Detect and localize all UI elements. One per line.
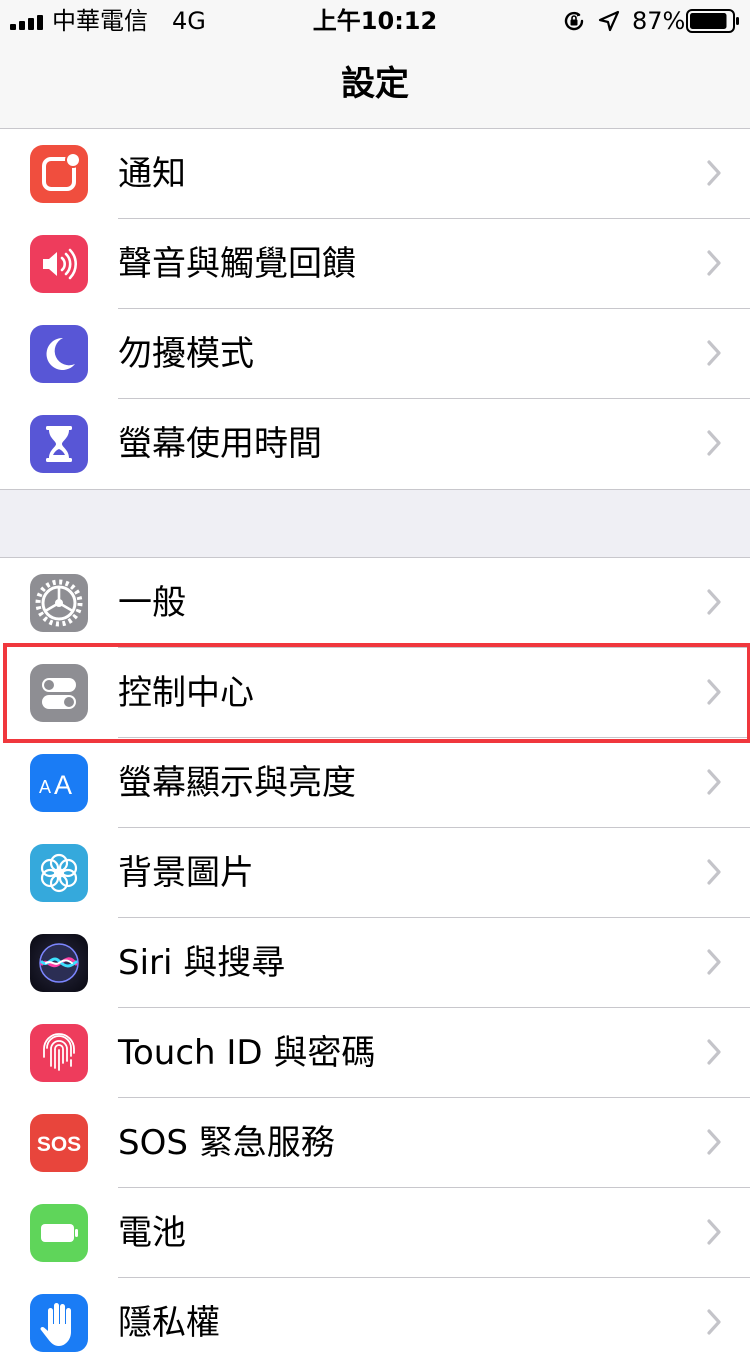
settings-row-label: Siri 與搜尋 xyxy=(118,943,286,983)
settings-row-label: 螢幕使用時間 xyxy=(118,424,322,464)
chevron-right-icon xyxy=(707,949,721,975)
speaker-icon xyxy=(30,235,88,293)
moon-icon xyxy=(30,325,88,383)
settings-row-label: 控制中心 xyxy=(118,673,254,713)
settings-row-label: 勿擾模式 xyxy=(118,334,254,374)
chevron-right-icon xyxy=(707,859,721,885)
settings-row-display-brightness[interactable]: A A 螢幕顯示與亮度 xyxy=(0,738,750,828)
settings-row-touch-id-passcode[interactable]: Touch ID 與密碼 xyxy=(0,1008,750,1098)
fingerprint-icon xyxy=(30,1024,88,1082)
chevron-right-icon xyxy=(707,589,721,615)
settings-row-screen-time[interactable]: 螢幕使用時間 xyxy=(0,399,750,489)
settings-row-label: Touch ID 與密碼 xyxy=(118,1033,376,1073)
settings-row-battery[interactable]: 電池 xyxy=(0,1188,750,1278)
settings-row-label: 螢幕顯示與亮度 xyxy=(118,763,356,803)
chevron-right-icon xyxy=(707,679,721,705)
settings-row-emergency-sos[interactable]: SOS SOS 緊急服務 xyxy=(0,1098,750,1188)
page-title: 設定 xyxy=(341,64,409,104)
settings-row-control-center[interactable]: 控制中心 xyxy=(0,648,750,738)
text-size-icon: A A xyxy=(30,754,88,812)
settings-row-label: 背景圖片 xyxy=(118,853,254,893)
settings-row-general[interactable]: 一般 xyxy=(0,558,750,648)
chevron-right-icon xyxy=(707,160,721,186)
settings-group-1: 通知 聲音與觸覺回饋 勿擾模式 螢幕使用時間 xyxy=(0,129,750,490)
battery-status-icon xyxy=(686,9,739,33)
chevron-right-icon xyxy=(707,1039,721,1065)
siri-icon xyxy=(30,934,88,992)
settings-row-label: 通知 xyxy=(118,154,186,194)
battery-icon xyxy=(30,1204,88,1262)
notifications-icon xyxy=(30,145,88,203)
settings-row-label: 隱私權 xyxy=(118,1303,220,1343)
hand-icon xyxy=(30,1294,88,1352)
chevron-right-icon xyxy=(707,769,721,795)
svg-text:A: A xyxy=(39,777,51,797)
location-arrow-icon xyxy=(598,10,620,32)
flower-icon xyxy=(30,844,88,902)
chevron-right-icon xyxy=(707,340,721,366)
svg-text:A: A xyxy=(54,770,72,800)
settings-row-notifications[interactable]: 通知 xyxy=(0,129,750,219)
settings-row-privacy[interactable]: 隱私權 xyxy=(0,1278,750,1368)
sos-icon-text: SOS xyxy=(37,1133,81,1156)
settings-row-label: 電池 xyxy=(118,1213,186,1253)
settings-group-2: 一般 控制中心 A A 螢幕顯示與亮度 背景圖片 Siri 與搜尋 Touch … xyxy=(0,557,750,1368)
chevron-right-icon xyxy=(707,1129,721,1155)
chevron-right-icon xyxy=(707,250,721,276)
settings-row-do-not-disturb[interactable]: 勿擾模式 xyxy=(0,309,750,399)
sos-icon: SOS xyxy=(30,1114,88,1172)
chevron-right-icon xyxy=(707,1219,721,1245)
settings-row-label: SOS 緊急服務 xyxy=(118,1123,335,1163)
settings-row-siri-search[interactable]: Siri 與搜尋 xyxy=(0,918,750,1008)
rotation-lock-icon xyxy=(564,11,584,31)
navigation-bar: 設定 xyxy=(0,40,750,129)
chevron-right-icon xyxy=(707,430,721,456)
settings-row-label: 聲音與觸覺回饋 xyxy=(118,244,356,284)
status-bar: 中華電信 4G 上午10:12 87% xyxy=(0,0,750,40)
battery-percentage: 87% xyxy=(632,7,686,35)
settings-row-label: 一般 xyxy=(118,583,186,623)
chevron-right-icon xyxy=(707,1309,721,1335)
gear-icon xyxy=(30,574,88,632)
settings-row-wallpaper[interactable]: 背景圖片 xyxy=(0,828,750,918)
toggles-icon xyxy=(30,664,88,722)
hourglass-icon xyxy=(30,415,88,473)
settings-row-sounds-haptics[interactable]: 聲音與觸覺回饋 xyxy=(0,219,750,309)
